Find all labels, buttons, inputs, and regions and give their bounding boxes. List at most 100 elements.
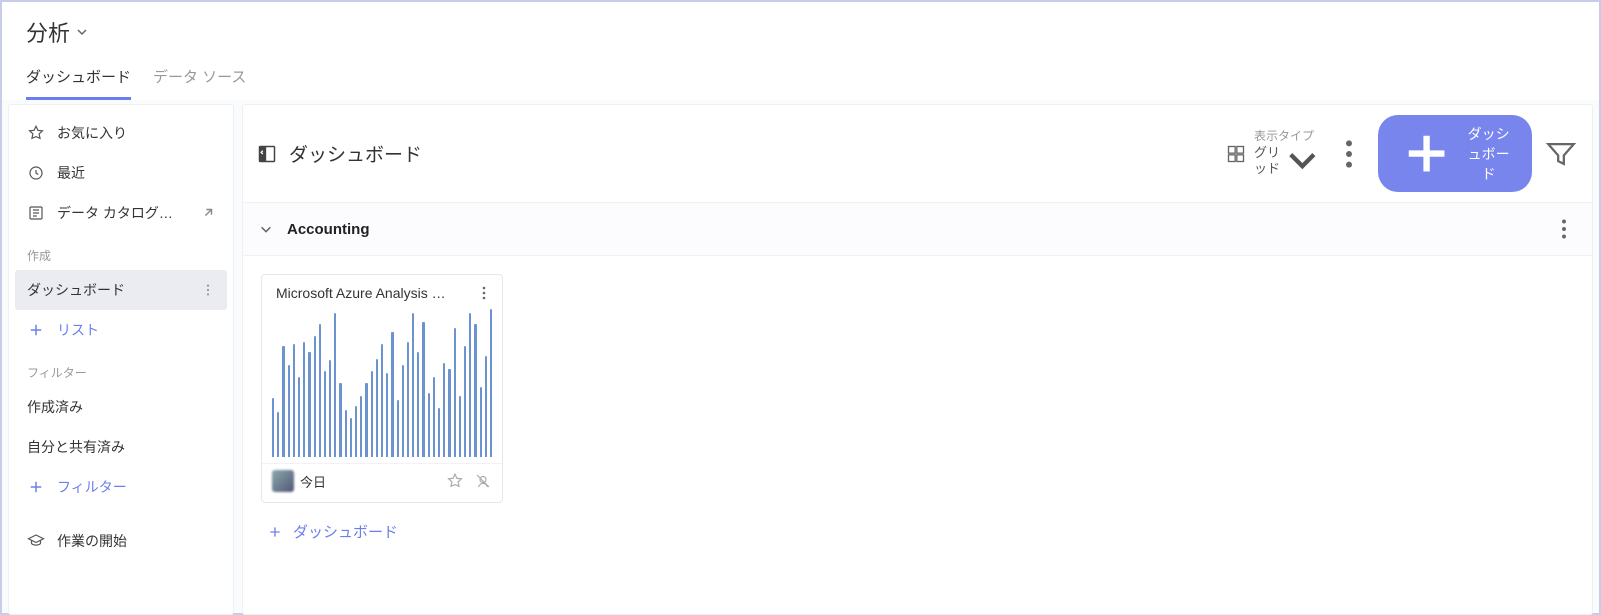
sidebar-item-label: フィルター bbox=[57, 477, 215, 497]
sidebar-item-data-catalog[interactable]: データ カタログ… bbox=[15, 193, 227, 233]
sidebar-section-create: 作成 bbox=[15, 233, 227, 270]
chart-bar bbox=[422, 322, 424, 458]
chevron-down-icon bbox=[259, 222, 273, 236]
display-type-value: グリッド bbox=[1254, 145, 1281, 176]
sidebar-item-favorites[interactable]: お気に入り bbox=[15, 113, 227, 153]
plus-icon bbox=[27, 321, 45, 339]
group-name: Accounting bbox=[287, 221, 1538, 238]
chart-bar bbox=[490, 309, 492, 457]
chart-bar bbox=[371, 371, 373, 457]
sidebar-item-created[interactable]: 作成済み bbox=[15, 387, 227, 427]
dashboard-icon bbox=[257, 144, 277, 164]
chart-bar bbox=[282, 346, 284, 457]
tab-data-source[interactable]: データ ソース bbox=[153, 66, 246, 100]
chart-bar bbox=[314, 336, 316, 457]
chart-bar bbox=[469, 313, 471, 457]
chart-bar bbox=[288, 365, 290, 458]
chart-bar bbox=[365, 383, 367, 457]
chart-bar bbox=[433, 377, 435, 457]
chart-bar bbox=[443, 363, 445, 458]
chart-bar bbox=[402, 365, 404, 458]
sidebar-item-getting-started[interactable]: 作業の開始 bbox=[15, 521, 227, 561]
chart-bar bbox=[360, 396, 362, 458]
chevron-down-icon bbox=[76, 26, 88, 38]
chart-bar bbox=[376, 359, 378, 458]
chart-bar bbox=[428, 393, 430, 457]
add-dashboard-button[interactable]: ダッシュボード bbox=[1378, 115, 1532, 192]
chart-bar bbox=[480, 387, 482, 457]
plus-icon bbox=[1396, 123, 1457, 184]
more-options-button[interactable] bbox=[1332, 137, 1366, 171]
chart-bar bbox=[454, 328, 456, 458]
avatar bbox=[272, 470, 294, 492]
grid-icon bbox=[1226, 144, 1246, 164]
sidebar-item-label: 自分と共有済み bbox=[27, 437, 215, 457]
sidebar-item-dashboard[interactable]: ダッシュボード bbox=[15, 270, 227, 310]
card-more-button[interactable] bbox=[476, 285, 492, 301]
chart-bar bbox=[339, 383, 341, 457]
chart-bar bbox=[459, 396, 461, 458]
chart-bar bbox=[485, 356, 487, 457]
chart-bar bbox=[345, 410, 347, 457]
disable-preview-icon[interactable] bbox=[474, 472, 492, 490]
chart-bar bbox=[391, 332, 393, 457]
sidebar: お気に入り 最近 データ カタログ… 作成 ダッシュボード bbox=[8, 104, 234, 615]
chart-bar bbox=[329, 360, 331, 458]
app-header: 分析 ダッシュボード データ ソース bbox=[2, 2, 1599, 100]
chart-bar bbox=[412, 313, 414, 457]
filter-button[interactable] bbox=[1544, 137, 1578, 171]
chart-bar bbox=[293, 344, 295, 457]
display-type-label: 表示タイプ bbox=[1254, 129, 1320, 143]
chart-bar bbox=[381, 344, 383, 457]
sidebar-item-label: データ カタログ… bbox=[57, 203, 189, 223]
plus-icon bbox=[267, 524, 283, 540]
chart-bar bbox=[474, 324, 476, 458]
card-thumbnail-chart bbox=[272, 309, 492, 457]
chart-bar bbox=[319, 324, 321, 458]
add-dashboard-inline[interactable]: ダッシュボード bbox=[261, 503, 404, 560]
more-vertical-icon[interactable] bbox=[201, 283, 215, 297]
main-panel: ダッシュボード 表示タイプ グリッド ダッシュボード bbox=[242, 104, 1593, 615]
display-type-selector[interactable]: 表示タイプ グリッド bbox=[1226, 129, 1320, 178]
dashboard-card[interactable]: Microsoft Azure Analysis … 今日 bbox=[261, 274, 503, 503]
chart-bar bbox=[355, 406, 357, 457]
clock-icon bbox=[27, 164, 45, 182]
main-header: ダッシュボード 表示タイプ グリッド ダッシュボード bbox=[243, 105, 1592, 203]
chart-bar bbox=[303, 342, 305, 457]
sidebar-item-add-filter[interactable]: フィルター bbox=[15, 467, 227, 507]
sidebar-item-add-list[interactable]: リスト bbox=[15, 310, 227, 350]
sidebar-item-recent[interactable]: 最近 bbox=[15, 153, 227, 193]
cards-area: Microsoft Azure Analysis … 今日 bbox=[243, 256, 1592, 578]
add-dashboard-inline-label: ダッシュボード bbox=[293, 521, 398, 542]
sidebar-item-shared-with-me[interactable]: 自分と共有済み bbox=[15, 427, 227, 467]
chart-bar bbox=[448, 369, 450, 457]
app-title-row[interactable]: 分析 bbox=[26, 16, 1575, 48]
chart-bar bbox=[308, 352, 310, 457]
chart-bar bbox=[397, 400, 399, 458]
sidebar-item-label: リスト bbox=[57, 320, 215, 340]
sidebar-item-label: お気に入り bbox=[57, 123, 215, 143]
card-date: 今日 bbox=[300, 472, 440, 491]
graduation-cap-icon bbox=[27, 532, 45, 550]
group-more-button[interactable] bbox=[1552, 217, 1576, 241]
catalog-icon bbox=[27, 204, 45, 222]
chart-bar bbox=[386, 373, 388, 457]
plus-icon bbox=[27, 478, 45, 496]
star-icon bbox=[27, 124, 45, 142]
chart-bar bbox=[334, 313, 336, 457]
chevron-down-icon bbox=[1285, 143, 1320, 178]
sidebar-item-label: ダッシュボード bbox=[27, 280, 189, 300]
page-title: ダッシュボード bbox=[289, 140, 1214, 167]
chart-bar bbox=[350, 418, 352, 457]
app-title: 分析 bbox=[26, 16, 70, 48]
chart-bar bbox=[438, 408, 440, 457]
chart-bar bbox=[407, 342, 409, 457]
group-header[interactable]: Accounting bbox=[243, 203, 1592, 256]
sidebar-item-label: 作業の開始 bbox=[57, 531, 215, 551]
sidebar-section-filter: フィルター bbox=[15, 350, 227, 387]
chart-bar bbox=[277, 412, 279, 457]
sidebar-item-label: 最近 bbox=[57, 163, 215, 183]
tabs: ダッシュボード データ ソース bbox=[26, 66, 1575, 100]
star-icon[interactable] bbox=[446, 472, 464, 490]
tab-dashboard[interactable]: ダッシュボード bbox=[26, 66, 131, 100]
